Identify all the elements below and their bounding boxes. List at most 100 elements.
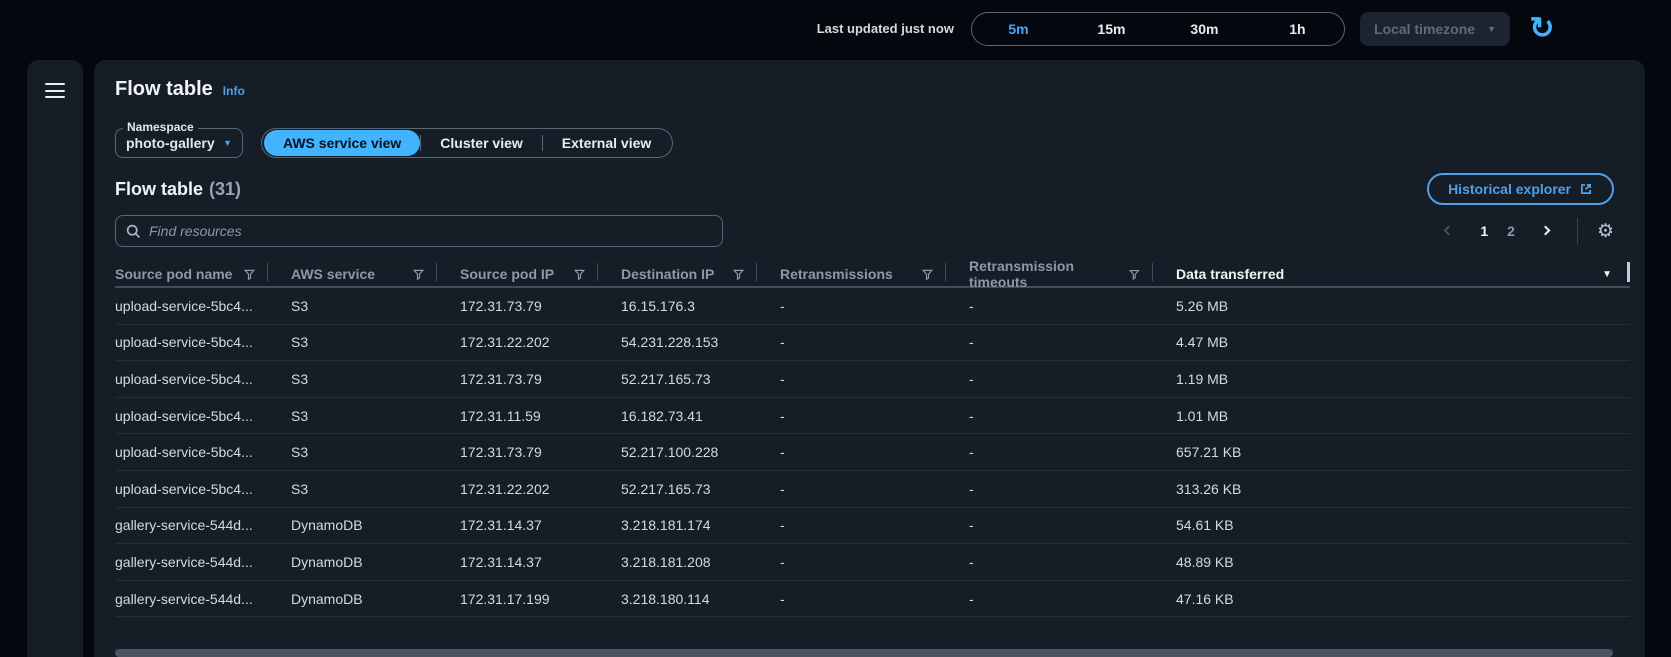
- chevron-down-icon: ▼: [1487, 24, 1496, 34]
- time-range-1h[interactable]: 1h: [1251, 13, 1344, 45]
- cell-data-transferred: 4.47 MB: [1153, 325, 1630, 361]
- previous-page-button[interactable]: [1437, 219, 1461, 243]
- namespace-label: Namespace: [123, 120, 198, 134]
- refresh-button[interactable]: ↻: [1525, 12, 1559, 46]
- time-range-group: 5m 15m 30m 1h: [971, 12, 1345, 46]
- tab-cluster-view[interactable]: Cluster view: [421, 130, 541, 156]
- cell-retransmissions: -: [757, 471, 946, 507]
- hamburger-icon: [45, 83, 65, 85]
- table-row[interactable]: upload-service-5bc4... S3 172.31.73.79 5…: [115, 361, 1630, 398]
- cell-aws-service: S3: [268, 325, 437, 361]
- table-row[interactable]: upload-service-5bc4... S3 172.31.73.79 5…: [115, 434, 1630, 471]
- cell-aws-service: S3: [268, 398, 437, 434]
- table-row[interactable]: gallery-service-544d... DynamoDB 172.31.…: [115, 581, 1630, 618]
- horizontal-scrollbar[interactable]: [115, 649, 1613, 657]
- column-header-aws-service[interactable]: AWS service: [268, 258, 437, 290]
- cell-destination-ip: 52.217.165.73: [598, 471, 757, 507]
- column-header-destination-ip[interactable]: Destination IP: [598, 258, 757, 290]
- refresh-icon: ↻: [1529, 14, 1554, 44]
- table-row[interactable]: gallery-service-544d... DynamoDB 172.31.…: [115, 508, 1630, 545]
- tab-external-view[interactable]: External view: [543, 130, 671, 156]
- timezone-label: Local timezone: [1374, 21, 1475, 37]
- cell-retransmission-timeouts: -: [946, 434, 1153, 470]
- timezone-select[interactable]: Local timezone ▼: [1360, 12, 1510, 46]
- cell-destination-ip: 3.218.180.114: [598, 581, 757, 617]
- table-body: upload-service-5bc4... S3 172.31.73.79 1…: [115, 288, 1630, 617]
- cell-destination-ip: 52.217.100.228: [598, 434, 757, 470]
- panel-title-row: Flow table Info: [115, 78, 1624, 101]
- cell-aws-service: DynamoDB: [268, 544, 437, 580]
- chevron-left-icon: [1444, 226, 1454, 236]
- flow-table: Source pod name AWS service Source pod I…: [115, 258, 1630, 617]
- table-row[interactable]: upload-service-5bc4... S3 172.31.73.79 1…: [115, 288, 1630, 325]
- cell-source-pod-ip: 172.31.73.79: [437, 361, 598, 397]
- page-1-button[interactable]: 1: [1480, 223, 1488, 239]
- time-range-30m[interactable]: 30m: [1158, 13, 1251, 45]
- cell-retransmissions: -: [757, 288, 946, 324]
- hamburger-menu-button[interactable]: [45, 83, 65, 98]
- table-row[interactable]: gallery-service-544d... DynamoDB 172.31.…: [115, 544, 1630, 581]
- info-link[interactable]: Info: [223, 84, 245, 98]
- cell-source-pod-name: gallery-service-544d...: [115, 508, 268, 544]
- cell-aws-service: S3: [268, 361, 437, 397]
- cell-retransmission-timeouts: -: [946, 325, 1153, 361]
- cell-source-pod-name: gallery-service-544d...: [115, 544, 268, 580]
- filter-icon[interactable]: [244, 269, 255, 280]
- cell-source-pod-ip: 172.31.11.59: [437, 398, 598, 434]
- table-heading: Flow table: [115, 179, 203, 199]
- cell-data-transferred: 313.26 KB: [1153, 471, 1630, 507]
- sort-descending-icon: ▼: [1602, 269, 1612, 280]
- pagination: 1 2 ⚙: [1437, 218, 1614, 244]
- cell-retransmissions: -: [757, 361, 946, 397]
- filter-icon[interactable]: [574, 269, 585, 280]
- cell-aws-service: DynamoDB: [268, 581, 437, 617]
- table-row[interactable]: upload-service-5bc4... S3 172.31.11.59 1…: [115, 398, 1630, 435]
- page-2-button[interactable]: 2: [1507, 223, 1515, 239]
- cell-data-transferred: 48.89 KB: [1153, 544, 1630, 580]
- table-row[interactable]: upload-service-5bc4... S3 172.31.22.202 …: [115, 325, 1630, 362]
- time-range-5m[interactable]: 5m: [972, 13, 1065, 45]
- cell-retransmissions: -: [757, 508, 946, 544]
- next-page-button[interactable]: [1534, 219, 1558, 243]
- cell-retransmission-timeouts: -: [946, 508, 1153, 544]
- cell-destination-ip: 16.15.176.3: [598, 288, 757, 324]
- tab-aws-service-view[interactable]: AWS service view: [264, 130, 420, 156]
- external-link-icon: [1579, 182, 1593, 196]
- cell-source-pod-name: upload-service-5bc4...: [115, 288, 268, 324]
- chevron-right-icon: [1541, 226, 1551, 236]
- column-header-source-pod-ip[interactable]: Source pod IP: [437, 258, 598, 290]
- column-header-retransmissions[interactable]: Retransmissions: [757, 258, 946, 290]
- filter-icon[interactable]: [1129, 269, 1140, 280]
- column-header-retransmission-timeouts[interactable]: Retransmission timeouts: [946, 258, 1153, 290]
- historical-explorer-button[interactable]: Historical explorer: [1427, 173, 1614, 205]
- search-input[interactable]: [149, 223, 712, 239]
- time-range-15m[interactable]: 15m: [1065, 13, 1158, 45]
- filter-icon[interactable]: [922, 269, 933, 280]
- column-header-data-transferred[interactable]: Data transferred ▼: [1153, 258, 1630, 290]
- cell-source-pod-ip: 172.31.73.79: [437, 434, 598, 470]
- settings-button[interactable]: ⚙: [1597, 222, 1614, 241]
- search-box: [115, 215, 723, 247]
- cell-source-pod-ip: 172.31.22.202: [437, 325, 598, 361]
- last-updated-text: Last updated just now: [817, 21, 954, 36]
- view-segmented-control: AWS service view Cluster view External v…: [261, 128, 673, 158]
- cell-retransmissions: -: [757, 325, 946, 361]
- column-header-source-pod-name[interactable]: Source pod name: [115, 258, 268, 290]
- cell-source-pod-ip: 172.31.17.199: [437, 581, 598, 617]
- cell-destination-ip: 54.231.228.153: [598, 325, 757, 361]
- cell-data-transferred: 1.01 MB: [1153, 398, 1630, 434]
- filter-icon[interactable]: [413, 269, 424, 280]
- search-icon: [126, 224, 141, 239]
- table-row[interactable]: upload-service-5bc4... S3 172.31.22.202 …: [115, 471, 1630, 508]
- cell-source-pod-name: upload-service-5bc4...: [115, 471, 268, 507]
- screen: Last updated just now 5m 15m 30m 1h Loca…: [0, 0, 1671, 657]
- cell-source-pod-ip: 172.31.73.79: [437, 288, 598, 324]
- namespace-select[interactable]: Namespace photo-gallery ▼: [115, 128, 243, 158]
- table-header-row: Source pod name AWS service Source pod I…: [115, 258, 1630, 288]
- historical-explorer-label: Historical explorer: [1448, 181, 1571, 197]
- cell-retransmission-timeouts: -: [946, 581, 1153, 617]
- search-row: 1 2 ⚙: [115, 215, 1624, 247]
- cell-aws-service: S3: [268, 471, 437, 507]
- chevron-down-icon: ▼: [223, 138, 232, 148]
- filter-icon[interactable]: [733, 269, 744, 280]
